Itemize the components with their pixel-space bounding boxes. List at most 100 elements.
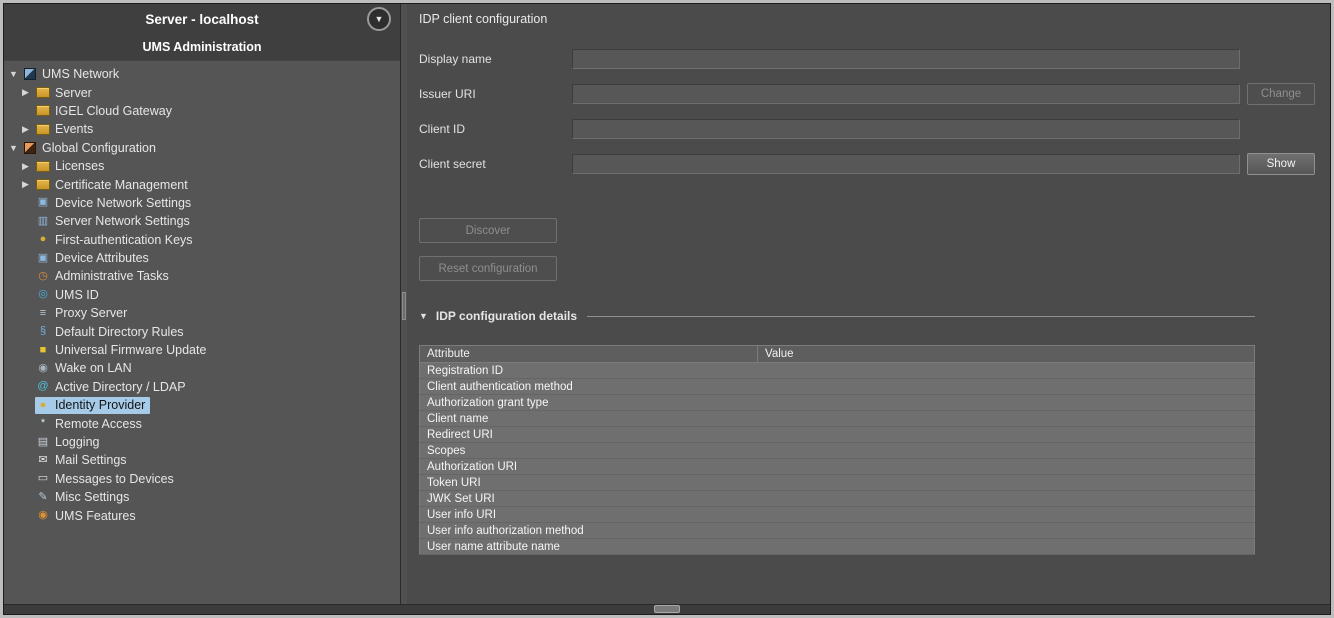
tree-item-wake-on-lan[interactable]: ◉Wake on LAN: [4, 359, 400, 377]
issuer-uri-label: Issuer URI: [419, 87, 572, 101]
table-row-authorization-grant-type[interactable]: Authorization grant type: [420, 395, 1255, 411]
folder-icon: [36, 123, 50, 136]
tree-item-messages-to-devices[interactable]: ▭Messages to Devices: [4, 470, 400, 488]
table-row-client-name[interactable]: Client name: [420, 411, 1255, 427]
tree-item-label: Events: [55, 122, 93, 136]
tree-item-ums-features[interactable]: ◉UMS Features: [4, 506, 400, 524]
tree-item-label: UMS Network: [42, 67, 119, 81]
attribute-cell: JWK Set URI: [420, 491, 758, 507]
device-attributes-icon: ▣: [36, 252, 50, 265]
tree-item-server-network-settings[interactable]: ▥Server Network Settings: [4, 212, 400, 230]
tree-item-device-attributes[interactable]: ▣ Device Attributes: [4, 249, 400, 267]
tree-item-first-authentication-keys[interactable]: ●First-authentication Keys: [4, 231, 400, 249]
tree-item-logging[interactable]: ▤Logging: [4, 433, 400, 451]
client-id-label: Client ID: [419, 122, 572, 136]
field-row-issuer-uri: Issuer URI Change: [419, 83, 1320, 104]
discover-button[interactable]: Discover: [419, 218, 557, 243]
tree-item-label: Active Directory / LDAP: [55, 380, 186, 394]
tree-item-active-directory-ldap[interactable]: @Active Directory / LDAP: [4, 378, 400, 396]
table-row-token-uri[interactable]: Token URI: [420, 475, 1255, 491]
tree-item-ums-id[interactable]: ◎ UMS ID: [4, 286, 400, 304]
attribute-cell: User info URI: [420, 507, 758, 523]
tree-item-label: Global Configuration: [42, 141, 156, 155]
table-row-authorization-uri[interactable]: Authorization URI: [420, 459, 1255, 475]
expanded-triangle-icon[interactable]: ▼: [9, 69, 22, 79]
tree-item-label: Messages to Devices: [55, 472, 174, 486]
column-header-value[interactable]: Value: [758, 346, 1255, 363]
tree-item-identity-provider[interactable]: ●Identity Provider: [4, 396, 400, 414]
tree-item-universal-firmware-update[interactable]: ■Universal Firmware Update: [4, 341, 400, 359]
server-network-icon: ▥: [36, 215, 50, 228]
collapsed-arrow-icon[interactable]: ▶: [22, 124, 35, 135]
tree-item-remote-access[interactable]: *Remote Access: [4, 414, 400, 432]
splitter-handle[interactable]: [402, 292, 406, 320]
tree-item-igel-cloud-gateway[interactable]: IGEL Cloud Gateway: [4, 102, 400, 120]
attribute-cell: Token URI: [420, 475, 758, 491]
show-button[interactable]: Show: [1247, 153, 1315, 175]
table-row-scopes[interactable]: Scopes: [420, 443, 1255, 459]
collapsed-arrow-icon[interactable]: ▶: [22, 161, 35, 172]
tree-item-label: Device Attributes: [55, 251, 149, 265]
bottom-bar: [4, 604, 1330, 614]
bottom-splitter-handle[interactable]: [654, 605, 680, 613]
ums-administration-window: Server - localhost ▼ UMS Administration …: [0, 0, 1334, 618]
expanded-triangle-icon[interactable]: ▼: [9, 143, 22, 153]
tree-item-licenses[interactable]: ▶Licenses: [4, 157, 400, 175]
collapse-triangle-icon[interactable]: ▼: [419, 311, 428, 321]
table-row-registration-id[interactable]: Registration ID: [420, 363, 1255, 379]
server-dropdown-button[interactable]: ▼: [367, 7, 391, 31]
client-secret-input[interactable]: [572, 154, 1240, 174]
tree-item-mail-settings[interactable]: ✉Mail Settings: [4, 451, 400, 469]
display-name-input[interactable]: [572, 49, 1240, 69]
issuer-uri-input[interactable]: [572, 84, 1240, 104]
attribute-cell: Scopes: [420, 443, 758, 459]
reset-configuration-button[interactable]: Reset configuration: [419, 256, 557, 281]
change-button[interactable]: Change: [1247, 83, 1315, 105]
table-row-jwk-set-uri[interactable]: JWK Set URI: [420, 491, 1255, 507]
tree-item-misc-settings[interactable]: ✎Misc Settings: [4, 488, 400, 506]
attribute-cell: Client authentication method: [420, 379, 758, 395]
column-header-attribute[interactable]: Attribute: [420, 346, 758, 363]
attribute-cell: User name attribute name: [420, 539, 758, 555]
folder-icon: [36, 86, 50, 99]
table-row-user-name-attribute-name[interactable]: User name attribute name: [420, 539, 1255, 555]
tree-item-events[interactable]: ▶ Events: [4, 120, 400, 138]
value-cell: [758, 443, 1255, 459]
panel-title: IDP client configuration: [419, 12, 1320, 26]
tree-item-administrative-tasks[interactable]: ◷Administrative Tasks: [4, 267, 400, 285]
table-row-redirect-uri[interactable]: Redirect URI: [420, 427, 1255, 443]
sidebar-splitter[interactable]: [401, 4, 407, 604]
main-panel: IDP client configuration Display name Iss…: [407, 4, 1330, 604]
tree-item-label: Administrative Tasks: [55, 269, 169, 283]
field-row-client-id: Client ID: [419, 118, 1320, 139]
table-header-row: AttributeValue: [420, 346, 1255, 363]
tree-item-label: First-authentication Keys: [55, 233, 193, 247]
folder-icon: [36, 104, 50, 117]
folder-icon: [36, 178, 50, 191]
tree-item-global-configuration[interactable]: ▼ Global Configuration: [4, 139, 400, 157]
ums-id-icon: ◎: [36, 288, 50, 301]
attribute-cell: Redirect URI: [420, 427, 758, 443]
tree-item-ums-network[interactable]: ▼ UMS Network: [4, 65, 400, 83]
table-row-user-info-authorization-method[interactable]: User info authorization method: [420, 523, 1255, 539]
table-row-client-authentication-method[interactable]: Client authentication method: [420, 379, 1255, 395]
collapsed-arrow-icon[interactable]: ▶: [22, 87, 35, 98]
app-frame: Server - localhost ▼ UMS Administration …: [3, 3, 1331, 615]
server-title: Server - localhost: [145, 12, 258, 27]
sidebar-subtitle: UMS Administration: [4, 34, 400, 61]
tree-item-label: Device Network Settings: [55, 196, 191, 210]
tree-item-device-network-settings[interactable]: ▣Device Network Settings: [4, 194, 400, 212]
ums-features-icon: ◉: [36, 509, 50, 522]
field-row-display-name: Display name: [419, 48, 1320, 69]
client-id-input[interactable]: [572, 119, 1240, 139]
collapsed-arrow-icon[interactable]: ▶: [22, 179, 35, 190]
tree-item-server[interactable]: ▶Server: [4, 83, 400, 101]
server-header: Server - localhost ▼: [4, 4, 400, 34]
tree-item-default-directory-rules[interactable]: §Default Directory Rules: [4, 322, 400, 340]
table-row-user-info-uri[interactable]: User info URI: [420, 507, 1255, 523]
tree-item-certificate-management[interactable]: ▶Certificate Management: [4, 175, 400, 193]
tree-item-proxy-server[interactable]: ≡Proxy Server: [4, 304, 400, 322]
details-header: ▼ IDP configuration details: [419, 309, 1255, 323]
tree-item-label: UMS ID: [55, 288, 99, 302]
value-cell: [758, 475, 1255, 491]
